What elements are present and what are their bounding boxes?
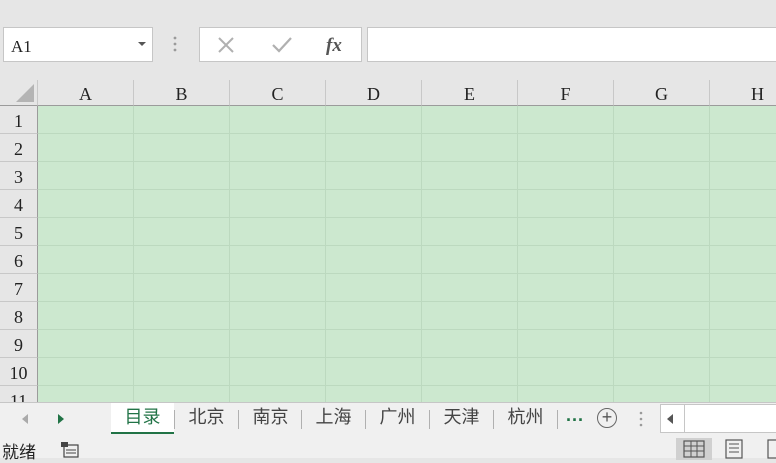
scroll-tabs-left-icon[interactable]	[22, 414, 28, 424]
column-header-f[interactable]: F	[518, 80, 614, 106]
tab-separator	[301, 410, 302, 429]
insert-function-icon[interactable]: fx	[323, 32, 349, 58]
gridline-horizontal	[38, 273, 776, 274]
add-sheet-button[interactable]: +	[597, 408, 617, 428]
formula-input[interactable]	[367, 27, 776, 62]
tab-separator	[557, 410, 558, 429]
row-header-6[interactable]: 6	[0, 246, 38, 274]
enter-check-icon[interactable]	[271, 35, 293, 55]
name-box-value: A1	[11, 37, 32, 56]
status-ready-text: 就绪	[2, 443, 36, 462]
tab-split-handle-icon[interactable]	[638, 409, 644, 429]
row-header-2[interactable]: 2	[0, 134, 38, 162]
scroll-left-arrow-icon[interactable]	[667, 414, 673, 424]
sheet-tab[interactable]: 上海	[302, 403, 365, 434]
column-header-c[interactable]: C	[230, 80, 326, 106]
horizontal-scrollbar[interactable]	[660, 404, 776, 433]
tab-separator	[429, 410, 430, 429]
cancel-icon[interactable]	[216, 35, 236, 55]
gridline-horizontal	[38, 133, 776, 134]
cell-grid[interactable]	[38, 106, 776, 402]
scroll-tabs-right-icon[interactable]	[58, 414, 64, 424]
column-header-g[interactable]: G	[614, 80, 710, 106]
normal-view-icon[interactable]	[676, 438, 712, 460]
column-header-a[interactable]: A	[38, 80, 134, 106]
name-box-dropdown-icon[interactable]	[138, 42, 146, 46]
row-header-4[interactable]: 4	[0, 190, 38, 218]
sheet-tab[interactable]: 杭州	[494, 403, 557, 434]
gridline-horizontal	[38, 189, 776, 190]
scrollbar-divider	[684, 405, 685, 432]
name-box[interactable]: A1	[3, 27, 153, 62]
row-header-3[interactable]: 3	[0, 162, 38, 190]
status-bar: 就绪	[0, 435, 776, 462]
row-header-10[interactable]: 10	[0, 358, 38, 386]
formula-buttons: fx	[199, 27, 362, 62]
more-sheets-button[interactable]: ...	[566, 405, 584, 426]
page-break-view-icon[interactable]	[764, 439, 776, 459]
row-header-1[interactable]: 1	[0, 106, 38, 134]
sheet-tab-bar: 目录 北京 南京 上海 广州 天津 杭州 ... +	[0, 402, 776, 435]
gridline-horizontal	[38, 329, 776, 330]
row-header-7[interactable]: 7	[0, 274, 38, 302]
tab-separator	[174, 410, 175, 429]
gridline-horizontal	[38, 385, 776, 386]
gridline-horizontal	[38, 357, 776, 358]
gridline-horizontal	[38, 301, 776, 302]
macro-recording-icon[interactable]	[60, 442, 80, 458]
gridline-horizontal	[38, 217, 776, 218]
row-header-9[interactable]: 9	[0, 330, 38, 358]
row-header-8[interactable]: 8	[0, 302, 38, 330]
select-all-corner[interactable]	[0, 80, 38, 106]
gridline-horizontal	[38, 245, 776, 246]
page-layout-view-icon[interactable]	[720, 439, 748, 459]
formula-bar-resize-dots-icon[interactable]	[170, 33, 180, 55]
column-header-h[interactable]: H	[710, 80, 776, 106]
tab-separator	[238, 410, 239, 429]
svg-text:fx: fx	[326, 35, 342, 56]
sheet-tab[interactable]: 北京	[175, 403, 238, 434]
select-all-triangle-icon	[16, 84, 34, 102]
sheet-tab[interactable]: 广州	[366, 403, 429, 434]
row-header-5[interactable]: 5	[0, 218, 38, 246]
sheet-tab[interactable]: 天津	[430, 403, 493, 434]
gridline-horizontal	[38, 161, 776, 162]
column-header-e[interactable]: E	[422, 80, 518, 106]
tab-separator	[365, 410, 366, 429]
sheet-tab[interactable]: 南京	[239, 403, 302, 434]
tab-separator	[493, 410, 494, 429]
sheet-tab[interactable]: 目录	[111, 403, 174, 434]
column-header-d[interactable]: D	[326, 80, 422, 106]
column-header-b[interactable]: B	[134, 80, 230, 106]
